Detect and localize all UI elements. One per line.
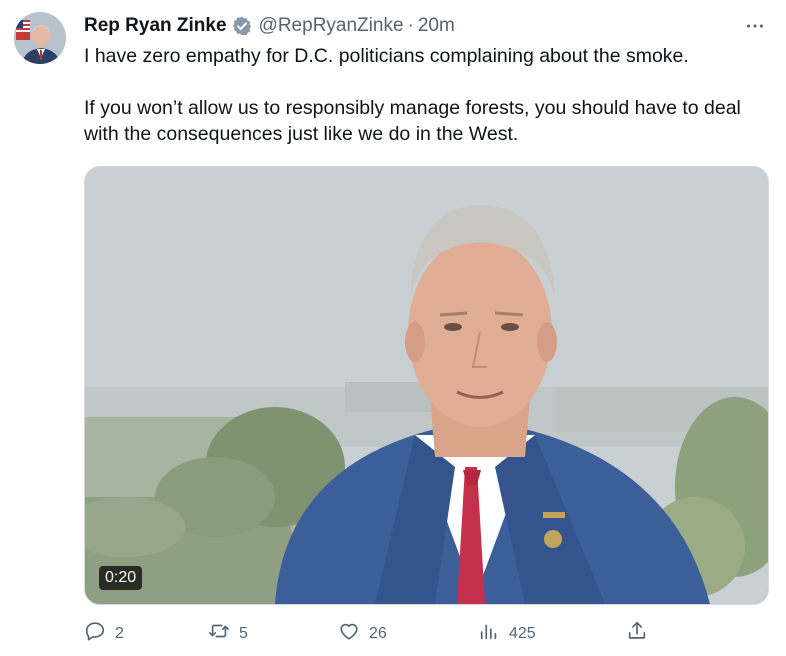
share-button[interactable] (626, 620, 648, 647)
tweet-paragraph-2: If you won’t allow us to responsibly man… (84, 97, 741, 145)
views-icon (478, 620, 500, 647)
like-button[interactable]: 26 (338, 620, 387, 647)
tweet-text: I have zero empathy for D.C. politicians… (84, 43, 754, 147)
like-count: 26 (369, 624, 387, 642)
reply-icon (84, 620, 106, 647)
author-handle[interactable]: @RepRyanZinke (259, 15, 404, 37)
more-icon[interactable] (742, 13, 768, 39)
like-icon (338, 620, 360, 647)
video-thumbnail (85, 167, 768, 604)
verified-badge-icon (231, 15, 253, 37)
timestamp[interactable]: 20m (418, 15, 455, 37)
reply-count: 2 (115, 624, 124, 642)
reply-button[interactable]: 2 (84, 620, 124, 647)
repost-icon (208, 620, 230, 647)
action-bar: 2 5 26 425 (84, 620, 654, 648)
view-count: 425 (509, 624, 536, 642)
tweet-header: Rep Ryan Zinke @RepRyanZinke · 20m (84, 14, 455, 38)
video-player[interactable]: 0:20 (84, 166, 769, 605)
header-separator: · (407, 15, 414, 36)
views-button[interactable]: 425 (478, 620, 536, 647)
tweet-paragraph-1: I have zero empathy for D.C. politicians… (84, 45, 689, 67)
repost-button[interactable]: 5 (208, 620, 248, 647)
author-avatar[interactable] (14, 12, 66, 64)
author-name[interactable]: Rep Ryan Zinke (84, 15, 227, 37)
avatar-image (14, 12, 66, 64)
share-icon (626, 620, 648, 647)
repost-count: 5 (239, 624, 248, 642)
video-duration-badge: 0:20 (99, 566, 143, 590)
